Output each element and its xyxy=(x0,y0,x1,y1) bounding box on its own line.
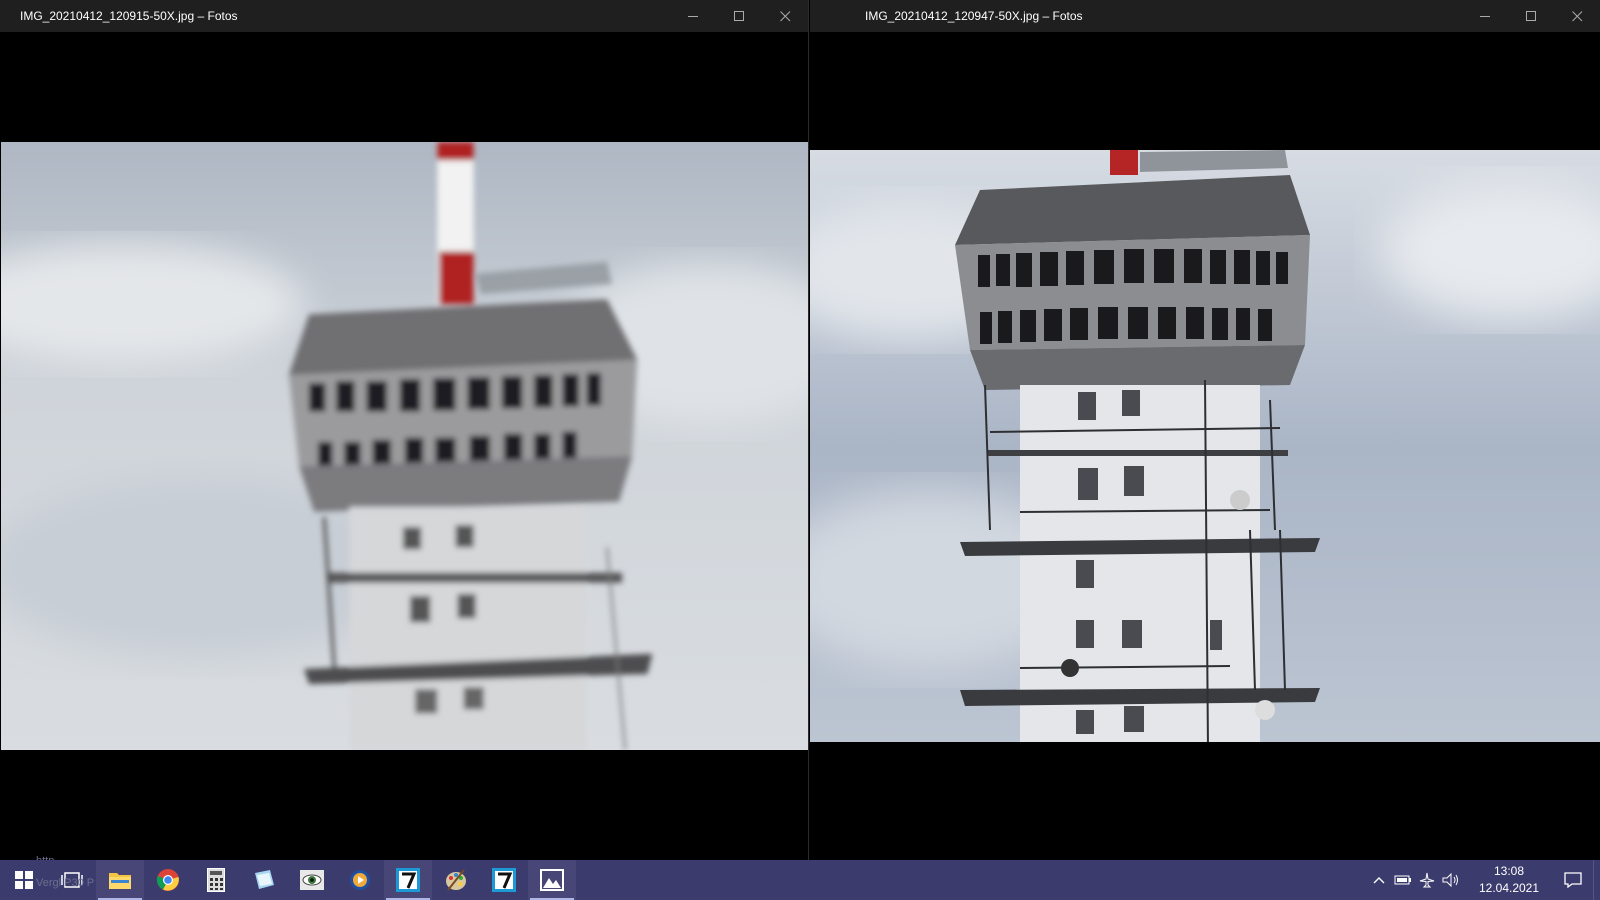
minimize-button[interactable] xyxy=(1462,0,1508,32)
notepad-icon xyxy=(255,870,274,889)
photo-editor-button[interactable] xyxy=(384,860,432,900)
minimize-button[interactable] xyxy=(670,0,716,32)
system-tray: 13:08 12.04.2021 xyxy=(1367,860,1600,900)
minimize-icon xyxy=(687,15,698,17)
task-view-icon xyxy=(61,872,83,888)
chrome-button[interactable] xyxy=(144,860,192,900)
photos-button[interactable] xyxy=(528,860,576,900)
window-title: IMG_20210412_120915-50X.jpg – Fotos xyxy=(20,9,238,23)
media-player-button[interactable] xyxy=(336,860,384,900)
photo-canvas[interactable] xyxy=(1,142,808,750)
maximize-icon xyxy=(1525,10,1536,21)
clock[interactable]: 13:08 12.04.2021 xyxy=(1469,863,1549,897)
show-hidden-icons-button[interactable] xyxy=(1367,860,1391,900)
action-center-button[interactable] xyxy=(1553,860,1593,900)
window-title: IMG_20210412_120947-50X.jpg – Fotos xyxy=(865,9,1083,23)
notification-icon xyxy=(1564,872,1582,888)
maximize-icon xyxy=(733,10,744,21)
start-button[interactable] xyxy=(0,860,48,900)
clock-date: 12.04.2021 xyxy=(1478,881,1540,895)
taskbar: 13:08 12.04.2021 xyxy=(0,860,1600,900)
folder-icon xyxy=(109,873,131,889)
tower-photo xyxy=(1,142,808,750)
titlebar[interactable]: IMG_20210412_120947-50X.jpg – Fotos xyxy=(810,0,1600,32)
close-icon xyxy=(779,10,790,21)
clock-time: 13:08 xyxy=(1493,864,1525,878)
calculator-button[interactable] xyxy=(192,860,240,900)
chevron-up-icon xyxy=(1373,877,1385,884)
maximize-button[interactable] xyxy=(1508,0,1554,32)
windows-logo-icon xyxy=(15,871,33,889)
close-button[interactable] xyxy=(762,0,808,32)
volume-button[interactable] xyxy=(1439,860,1463,900)
photo-canvas[interactable] xyxy=(810,150,1600,742)
media-player-icon xyxy=(350,870,370,890)
notepad-button[interactable] xyxy=(240,860,288,900)
battery-button[interactable] xyxy=(1391,860,1415,900)
maximize-button[interactable] xyxy=(716,0,762,32)
photo-editor-2-icon xyxy=(492,868,516,892)
speaker-icon xyxy=(1442,873,1458,887)
show-desktop-button[interactable] xyxy=(1593,860,1600,900)
paint-palette-icon xyxy=(446,869,466,891)
file-explorer-button[interactable] xyxy=(96,860,144,900)
eye-icon xyxy=(300,870,324,890)
minimize-icon xyxy=(1479,15,1490,17)
photo-editor-2-button[interactable] xyxy=(480,860,528,900)
airplane-mode-button[interactable] xyxy=(1415,860,1439,900)
photos-window-left[interactable]: IMG_20210412_120915-50X.jpg – Fotos xyxy=(0,0,809,860)
photos-icon xyxy=(540,869,564,891)
photo-editor-icon xyxy=(396,868,420,892)
paint-button[interactable] xyxy=(432,860,480,900)
chrome-icon xyxy=(156,869,179,891)
titlebar[interactable]: IMG_20210412_120915-50X.jpg – Fotos xyxy=(0,0,808,32)
close-button[interactable] xyxy=(1554,0,1600,32)
calculator-icon xyxy=(207,868,225,892)
close-icon xyxy=(1571,10,1582,21)
airplane-icon xyxy=(1419,872,1435,888)
photos-window-right[interactable]: IMG_20210412_120947-50X.jpg – Fotos xyxy=(810,0,1600,860)
task-view-button[interactable] xyxy=(48,860,96,900)
image-viewer-button[interactable] xyxy=(288,860,336,900)
battery-icon xyxy=(1394,875,1411,885)
tower-photo xyxy=(810,150,1600,742)
